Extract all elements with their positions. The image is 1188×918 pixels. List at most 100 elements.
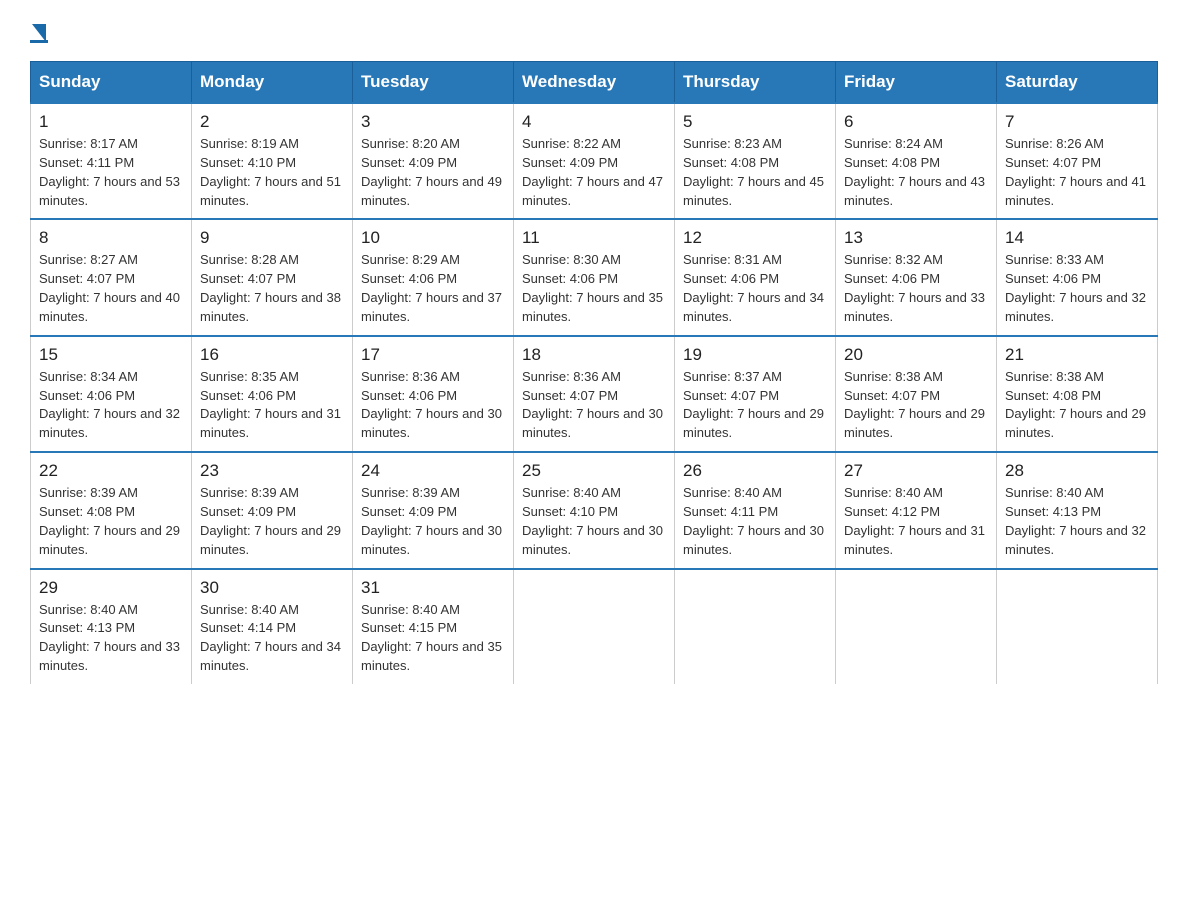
day-number: 19 — [683, 345, 827, 365]
calendar-day-cell: 17 Sunrise: 8:36 AMSunset: 4:06 PMDaylig… — [353, 336, 514, 452]
calendar-header: SundayMondayTuesdayWednesdayThursdayFrid… — [31, 62, 1158, 104]
day-of-week-header: Saturday — [997, 62, 1158, 104]
day-of-week-header: Friday — [836, 62, 997, 104]
day-of-week-header: Tuesday — [353, 62, 514, 104]
day-of-week-header: Thursday — [675, 62, 836, 104]
calendar-day-cell: 30 Sunrise: 8:40 AMSunset: 4:14 PMDaylig… — [192, 569, 353, 684]
day-info: Sunrise: 8:34 AMSunset: 4:06 PMDaylight:… — [39, 369, 180, 441]
logo-arrow-icon — [32, 24, 46, 42]
calendar-day-cell: 13 Sunrise: 8:32 AMSunset: 4:06 PMDaylig… — [836, 219, 997, 335]
calendar-body: 1 Sunrise: 8:17 AMSunset: 4:11 PMDayligh… — [31, 103, 1158, 684]
day-info: Sunrise: 8:28 AMSunset: 4:07 PMDaylight:… — [200, 252, 341, 324]
calendar-day-cell: 24 Sunrise: 8:39 AMSunset: 4:09 PMDaylig… — [353, 452, 514, 568]
day-number: 7 — [1005, 112, 1149, 132]
day-info: Sunrise: 8:39 AMSunset: 4:09 PMDaylight:… — [361, 485, 502, 557]
day-info: Sunrise: 8:17 AMSunset: 4:11 PMDaylight:… — [39, 136, 180, 208]
day-number: 28 — [1005, 461, 1149, 481]
calendar-day-cell: 16 Sunrise: 8:35 AMSunset: 4:06 PMDaylig… — [192, 336, 353, 452]
day-info: Sunrise: 8:39 AMSunset: 4:08 PMDaylight:… — [39, 485, 180, 557]
days-of-week-row: SundayMondayTuesdayWednesdayThursdayFrid… — [31, 62, 1158, 104]
calendar-week-row: 22 Sunrise: 8:39 AMSunset: 4:08 PMDaylig… — [31, 452, 1158, 568]
calendar-day-cell: 23 Sunrise: 8:39 AMSunset: 4:09 PMDaylig… — [192, 452, 353, 568]
calendar-day-cell: 5 Sunrise: 8:23 AMSunset: 4:08 PMDayligh… — [675, 103, 836, 219]
calendar-day-cell — [997, 569, 1158, 684]
day-info: Sunrise: 8:40 AMSunset: 4:14 PMDaylight:… — [200, 602, 341, 674]
day-number: 30 — [200, 578, 344, 598]
page-header — [30, 20, 1158, 43]
day-info: Sunrise: 8:19 AMSunset: 4:10 PMDaylight:… — [200, 136, 341, 208]
day-number: 2 — [200, 112, 344, 132]
day-info: Sunrise: 8:37 AMSunset: 4:07 PMDaylight:… — [683, 369, 824, 441]
day-number: 1 — [39, 112, 183, 132]
calendar-day-cell — [514, 569, 675, 684]
day-number: 10 — [361, 228, 505, 248]
calendar-day-cell: 6 Sunrise: 8:24 AMSunset: 4:08 PMDayligh… — [836, 103, 997, 219]
day-number: 9 — [200, 228, 344, 248]
day-info: Sunrise: 8:40 AMSunset: 4:13 PMDaylight:… — [1005, 485, 1146, 557]
day-info: Sunrise: 8:40 AMSunset: 4:13 PMDaylight:… — [39, 602, 180, 674]
calendar-table: SundayMondayTuesdayWednesdayThursdayFrid… — [30, 61, 1158, 684]
calendar-day-cell: 22 Sunrise: 8:39 AMSunset: 4:08 PMDaylig… — [31, 452, 192, 568]
calendar-day-cell: 1 Sunrise: 8:17 AMSunset: 4:11 PMDayligh… — [31, 103, 192, 219]
calendar-week-row: 15 Sunrise: 8:34 AMSunset: 4:06 PMDaylig… — [31, 336, 1158, 452]
day-number: 27 — [844, 461, 988, 481]
calendar-day-cell: 25 Sunrise: 8:40 AMSunset: 4:10 PMDaylig… — [514, 452, 675, 568]
calendar-day-cell — [675, 569, 836, 684]
day-info: Sunrise: 8:23 AMSunset: 4:08 PMDaylight:… — [683, 136, 824, 208]
calendar-week-row: 29 Sunrise: 8:40 AMSunset: 4:13 PMDaylig… — [31, 569, 1158, 684]
day-info: Sunrise: 8:32 AMSunset: 4:06 PMDaylight:… — [844, 252, 985, 324]
calendar-day-cell: 12 Sunrise: 8:31 AMSunset: 4:06 PMDaylig… — [675, 219, 836, 335]
day-number: 14 — [1005, 228, 1149, 248]
day-of-week-header: Monday — [192, 62, 353, 104]
calendar-day-cell: 26 Sunrise: 8:40 AMSunset: 4:11 PMDaylig… — [675, 452, 836, 568]
calendar-day-cell: 9 Sunrise: 8:28 AMSunset: 4:07 PMDayligh… — [192, 219, 353, 335]
day-number: 5 — [683, 112, 827, 132]
day-info: Sunrise: 8:38 AMSunset: 4:07 PMDaylight:… — [844, 369, 985, 441]
day-info: Sunrise: 8:36 AMSunset: 4:06 PMDaylight:… — [361, 369, 502, 441]
day-number: 21 — [1005, 345, 1149, 365]
day-number: 20 — [844, 345, 988, 365]
day-number: 26 — [683, 461, 827, 481]
calendar-day-cell — [836, 569, 997, 684]
calendar-week-row: 1 Sunrise: 8:17 AMSunset: 4:11 PMDayligh… — [31, 103, 1158, 219]
day-info: Sunrise: 8:33 AMSunset: 4:06 PMDaylight:… — [1005, 252, 1146, 324]
day-number: 4 — [522, 112, 666, 132]
calendar-day-cell: 3 Sunrise: 8:20 AMSunset: 4:09 PMDayligh… — [353, 103, 514, 219]
day-number: 25 — [522, 461, 666, 481]
day-info: Sunrise: 8:22 AMSunset: 4:09 PMDaylight:… — [522, 136, 663, 208]
calendar-day-cell: 29 Sunrise: 8:40 AMSunset: 4:13 PMDaylig… — [31, 569, 192, 684]
day-info: Sunrise: 8:24 AMSunset: 4:08 PMDaylight:… — [844, 136, 985, 208]
day-info: Sunrise: 8:40 AMSunset: 4:15 PMDaylight:… — [361, 602, 502, 674]
day-number: 8 — [39, 228, 183, 248]
logo — [30, 20, 48, 43]
calendar-day-cell: 21 Sunrise: 8:38 AMSunset: 4:08 PMDaylig… — [997, 336, 1158, 452]
day-number: 11 — [522, 228, 666, 248]
calendar-day-cell: 19 Sunrise: 8:37 AMSunset: 4:07 PMDaylig… — [675, 336, 836, 452]
day-info: Sunrise: 8:39 AMSunset: 4:09 PMDaylight:… — [200, 485, 341, 557]
day-info: Sunrise: 8:31 AMSunset: 4:06 PMDaylight:… — [683, 252, 824, 324]
day-number: 31 — [361, 578, 505, 598]
calendar-day-cell: 27 Sunrise: 8:40 AMSunset: 4:12 PMDaylig… — [836, 452, 997, 568]
day-info: Sunrise: 8:36 AMSunset: 4:07 PMDaylight:… — [522, 369, 663, 441]
calendar-day-cell: 20 Sunrise: 8:38 AMSunset: 4:07 PMDaylig… — [836, 336, 997, 452]
day-info: Sunrise: 8:38 AMSunset: 4:08 PMDaylight:… — [1005, 369, 1146, 441]
day-of-week-header: Wednesday — [514, 62, 675, 104]
calendar-day-cell: 8 Sunrise: 8:27 AMSunset: 4:07 PMDayligh… — [31, 219, 192, 335]
calendar-day-cell: 18 Sunrise: 8:36 AMSunset: 4:07 PMDaylig… — [514, 336, 675, 452]
day-info: Sunrise: 8:29 AMSunset: 4:06 PMDaylight:… — [361, 252, 502, 324]
day-number: 16 — [200, 345, 344, 365]
day-number: 12 — [683, 228, 827, 248]
calendar-day-cell: 28 Sunrise: 8:40 AMSunset: 4:13 PMDaylig… — [997, 452, 1158, 568]
day-number: 3 — [361, 112, 505, 132]
calendar-day-cell: 11 Sunrise: 8:30 AMSunset: 4:06 PMDaylig… — [514, 219, 675, 335]
day-info: Sunrise: 8:27 AMSunset: 4:07 PMDaylight:… — [39, 252, 180, 324]
calendar-week-row: 8 Sunrise: 8:27 AMSunset: 4:07 PMDayligh… — [31, 219, 1158, 335]
day-info: Sunrise: 8:40 AMSunset: 4:11 PMDaylight:… — [683, 485, 824, 557]
calendar-day-cell: 4 Sunrise: 8:22 AMSunset: 4:09 PMDayligh… — [514, 103, 675, 219]
calendar-day-cell: 15 Sunrise: 8:34 AMSunset: 4:06 PMDaylig… — [31, 336, 192, 452]
calendar-day-cell: 10 Sunrise: 8:29 AMSunset: 4:06 PMDaylig… — [353, 219, 514, 335]
day-info: Sunrise: 8:30 AMSunset: 4:06 PMDaylight:… — [522, 252, 663, 324]
day-info: Sunrise: 8:40 AMSunset: 4:12 PMDaylight:… — [844, 485, 985, 557]
calendar-day-cell: 2 Sunrise: 8:19 AMSunset: 4:10 PMDayligh… — [192, 103, 353, 219]
calendar-day-cell: 14 Sunrise: 8:33 AMSunset: 4:06 PMDaylig… — [997, 219, 1158, 335]
